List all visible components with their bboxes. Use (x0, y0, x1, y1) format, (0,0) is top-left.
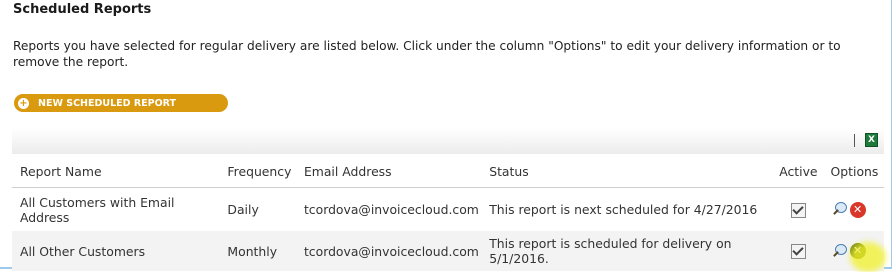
active-cell (774, 187, 823, 231)
status-cell: This report is next scheduled for 4/27/2… (481, 187, 775, 231)
column-header-status[interactable]: Status (481, 155, 775, 188)
frequency-cell: Monthly (219, 231, 296, 271)
report-name-cell: All Other Customers (12, 231, 220, 271)
active-checkbox[interactable] (790, 202, 806, 218)
toolbar-separator (854, 134, 855, 147)
options-cell: ✕ (822, 187, 884, 231)
column-header-email[interactable]: Email Address (295, 155, 482, 188)
column-header-frequency[interactable]: Frequency (219, 155, 296, 188)
status-cell: This report is scheduled for delivery on… (481, 231, 775, 271)
table-row: All Other Customers Monthly tcordova@inv… (12, 231, 884, 271)
frequency-cell: Daily (219, 187, 296, 231)
report-name-cell: All Customers with Email Address (12, 187, 220, 231)
grid-toolbar: X (12, 128, 884, 154)
new-scheduled-report-label: NEW SCHEDULED REPORT (38, 97, 177, 109)
table-row: All Customers with Email Address Daily t… (12, 187, 884, 231)
table-header-row: Report Name Frequency Email Address Stat… (12, 155, 884, 188)
new-scheduled-report-button[interactable]: + NEW SCHEDULED REPORT (14, 94, 228, 112)
plus-circle-icon: + (18, 97, 29, 109)
cursor-highlight (850, 242, 886, 272)
edit-magnifier-icon[interactable] (831, 243, 848, 260)
edit-magnifier-icon[interactable] (831, 201, 848, 218)
email-cell: tcordova@invoicecloud.com (295, 187, 482, 231)
page-title: Scheduled Reports (13, 2, 152, 17)
scheduled-reports-table: Report Name Frequency Email Address Stat… (12, 155, 884, 271)
column-header-active[interactable]: Active (774, 155, 823, 188)
active-checkbox[interactable] (790, 244, 806, 259)
column-header-report-name[interactable]: Report Name (12, 155, 220, 188)
excel-export-icon[interactable]: X (865, 133, 878, 147)
active-cell (774, 231, 823, 271)
delete-report-icon[interactable]: ✕ (849, 201, 866, 218)
column-header-options: Options (822, 155, 884, 188)
email-cell: tcordova@invoicecloud.com (295, 231, 482, 271)
page-description: Reports you have selected for regular de… (13, 39, 841, 69)
